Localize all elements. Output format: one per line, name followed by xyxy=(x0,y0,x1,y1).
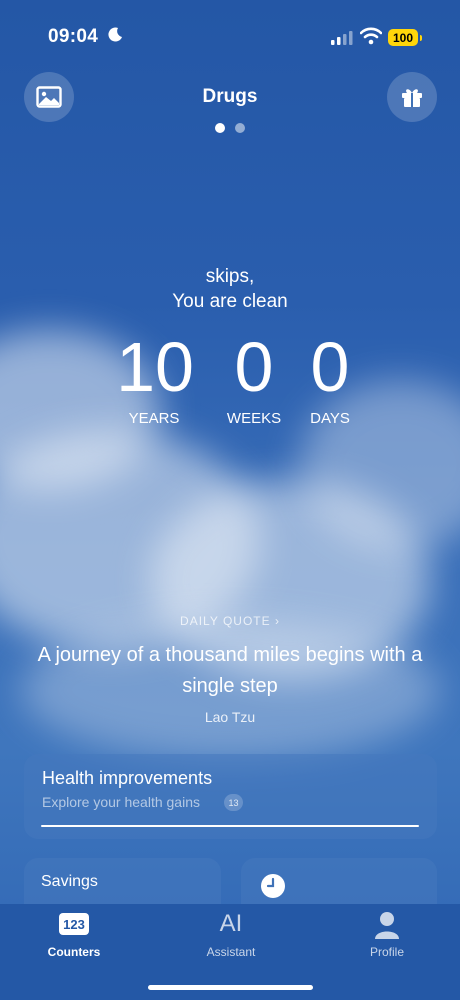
moon-icon xyxy=(108,27,122,42)
greeting: skips, You are clean xyxy=(0,264,460,314)
page-dot-add[interactable] xyxy=(235,123,245,133)
quote-author: Lao Tzu xyxy=(204,709,256,725)
daily-quote-label: DAILY QUOTE xyxy=(180,614,271,628)
gift-icon xyxy=(402,89,422,107)
gift-button[interactable] xyxy=(387,72,437,122)
wifi-icon xyxy=(360,27,382,45)
health-card-subtitle: Explore your health gains xyxy=(42,794,200,810)
app-screen: 09:04 100 Drugs skips, You are clean 10 … xyxy=(0,0,460,1000)
savings-card-title: Savings xyxy=(41,873,98,890)
daily-quote-link[interactable]: DAILY QUOTE › xyxy=(0,614,460,628)
battery-indicator: 100 xyxy=(388,29,422,46)
greeting-name: skips, xyxy=(205,266,255,287)
tab-profile-label: Profile xyxy=(369,945,404,959)
tab-assistant-label: Assistant xyxy=(206,945,256,959)
health-card-title: Health improvements xyxy=(42,768,213,788)
assistant-icon: AI xyxy=(219,910,243,937)
health-progress-bar xyxy=(41,825,419,827)
chevron-right-icon: › xyxy=(274,614,280,628)
days-label: DAYS xyxy=(310,410,350,427)
clock-icon xyxy=(261,874,285,898)
tab-counters-label: Counters xyxy=(47,945,101,959)
years-label: YEARS xyxy=(128,410,180,427)
counters-icon: 123 xyxy=(59,913,89,935)
days-value: 0 xyxy=(310,328,350,406)
greeting-message: You are clean xyxy=(172,291,288,312)
home-indicator xyxy=(148,985,313,990)
health-improvements-card[interactable]: Health improvements Explore your health … xyxy=(24,754,437,839)
health-count-badge: 13 xyxy=(224,794,243,811)
quote-text: A journey of a thousand miles begins wit… xyxy=(37,644,423,697)
years-value: 10 xyxy=(116,328,194,406)
profile-icon xyxy=(375,912,399,939)
page-dot-active[interactable] xyxy=(215,123,225,133)
status-time: 09:04 xyxy=(48,26,99,47)
signal-icon xyxy=(331,31,353,45)
